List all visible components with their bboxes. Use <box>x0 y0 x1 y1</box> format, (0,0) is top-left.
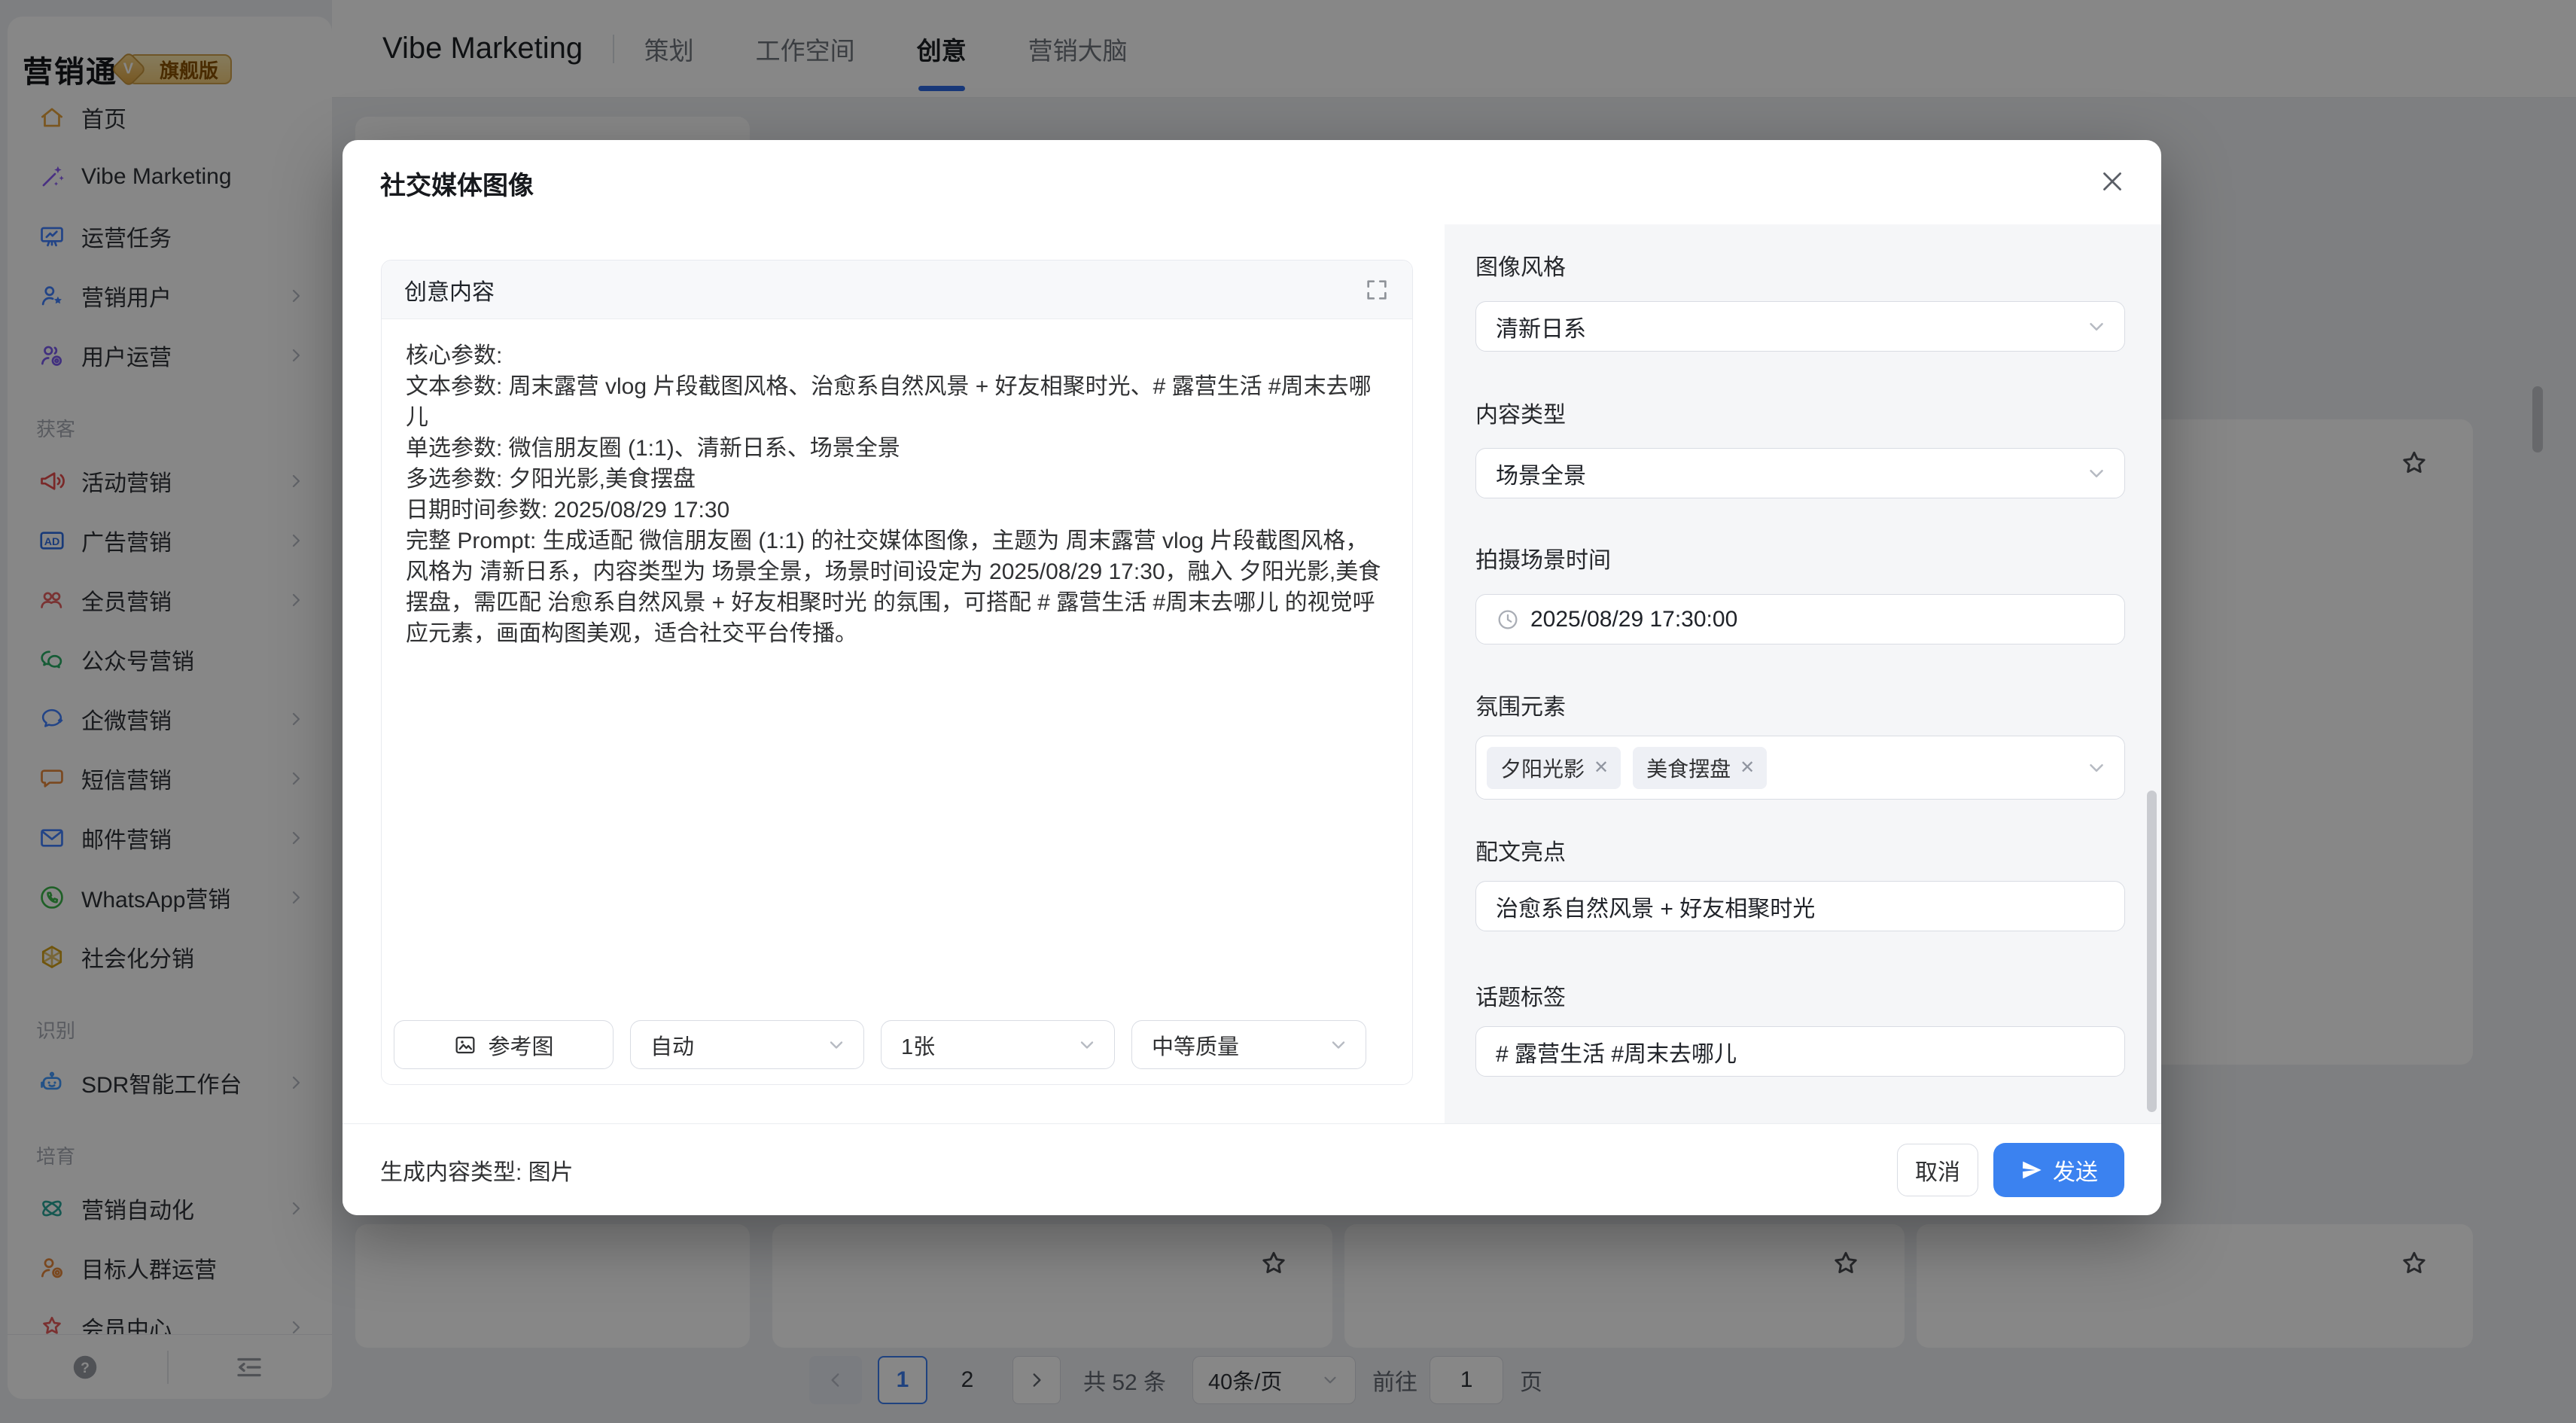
image-count-select[interactable]: 1张 <box>881 1020 1115 1069</box>
tag-remove-icon[interactable]: ✕ <box>1740 757 1755 779</box>
content-line: 日期时间参数: 2025/08/29 17:30 <box>406 495 1388 526</box>
atmosphere-tag[interactable]: 美食摆盘✕ <box>1633 747 1767 789</box>
reference-image-label: 参考图 <box>488 1029 553 1061</box>
content-type-select[interactable]: 场景全景 <box>1475 448 2125 498</box>
chevron-down-icon <box>1328 1034 1349 1056</box>
caption-input[interactable] <box>1496 894 2105 919</box>
creative-content-card: 创意内容 核心参数:文本参数: 周末露营 vlog 片段截图风格、治愈系自然风景… <box>381 260 1413 1085</box>
modal-footer: 生成内容类型: 图片 取消 发送 <box>343 1123 2161 1215</box>
creative-content-title: 创意内容 <box>404 273 495 306</box>
cancel-button[interactable]: 取消 <box>1897 1144 1978 1196</box>
send-button-label: 发送 <box>2053 1153 2098 1187</box>
generation-type-label: 生成内容类型: 图片 <box>380 1153 1897 1187</box>
image-style-select[interactable]: 清新日系 <box>1475 301 2125 352</box>
tag-remove-icon[interactable]: ✕ <box>1594 757 1609 779</box>
content-line: 多选参数: 夕阳光影,美食摆盘 <box>406 464 1388 495</box>
content-line: 完整 Prompt: 生成适配 微信朋友圈 (1:1) 的社交媒体图像，主题为 … <box>406 526 1388 649</box>
quality-value: 中等质量 <box>1152 1029 1239 1061</box>
content-line: 文本参数: 周末露营 vlog 片段截图风格、治愈系自然风景 + 好友相聚时光、… <box>406 371 1388 433</box>
reference-image-button[interactable]: 参考图 <box>394 1020 614 1069</box>
expand-icon[interactable] <box>1364 277 1390 303</box>
hashtag-field <box>1475 1026 2125 1077</box>
atmosphere-tag[interactable]: 夕阳光影✕ <box>1487 747 1621 789</box>
modal-title: 社交媒体图像 <box>380 165 534 202</box>
generate-mode-select[interactable]: 自动 <box>630 1020 864 1069</box>
content-type-label: 内容类型 <box>1475 402 2125 429</box>
generate-mode-value: 自动 <box>650 1029 694 1061</box>
content-type-value: 场景全景 <box>1496 457 1586 490</box>
content-line: 核心参数: <box>406 340 1388 371</box>
atmosphere-label: 氛围元素 <box>1475 694 2125 721</box>
clock-icon <box>1496 608 1520 632</box>
image-parameters-panel: 图像风格 清新日系 内容类型 场景全景 拍摄场景时间 <box>1445 224 2161 1123</box>
image-icon <box>453 1033 477 1057</box>
content-line: 单选参数: 微信朋友圈 (1:1)、清新日系、场景全景 <box>406 433 1388 464</box>
creative-content-header: 创意内容 <box>382 261 1412 319</box>
caption-label: 配文亮点 <box>1475 839 2125 867</box>
scene-time-input[interactable] <box>1530 607 2105 632</box>
social-media-image-modal: 社交媒体图像 创意内容 核心参数:文本参数: 周末露营 vlog 片段截图风格、… <box>343 140 2161 1215</box>
caption-field <box>1475 881 2125 931</box>
image-style-label: 图像风格 <box>1475 254 2125 282</box>
creative-content-text: 核心参数:文本参数: 周末露营 vlog 片段截图风格、治愈系自然风景 + 好友… <box>382 321 1412 649</box>
chevron-down-icon <box>2085 315 2108 338</box>
generation-controls: 参考图 自动 1张 中等质量 <box>394 1020 1366 1069</box>
scene-time-field <box>1475 594 2125 644</box>
panel-scrollbar[interactable] <box>2147 791 2157 1112</box>
hashtag-input[interactable] <box>1496 1039 2105 1065</box>
image-count-value: 1张 <box>901 1029 935 1061</box>
chevron-down-icon <box>826 1034 847 1056</box>
atmosphere-tags: 夕阳光影✕ 美食摆盘✕ <box>1487 747 1779 789</box>
close-icon[interactable] <box>2096 166 2128 197</box>
chevron-down-icon <box>2085 757 2108 779</box>
send-button[interactable]: 发送 <box>1993 1143 2124 1197</box>
hashtag-label: 话题标签 <box>1475 985 2125 1012</box>
chevron-down-icon <box>1076 1034 1098 1056</box>
quality-select[interactable]: 中等质量 <box>1131 1020 1366 1069</box>
chevron-down-icon <box>2085 462 2108 485</box>
scene-time-label: 拍摄场景时间 <box>1475 547 2125 574</box>
atmosphere-multiselect[interactable]: 夕阳光影✕ 美食摆盘✕ <box>1475 736 2125 800</box>
image-style-value: 清新日系 <box>1496 310 1586 343</box>
send-plane-icon <box>2020 1158 2044 1182</box>
